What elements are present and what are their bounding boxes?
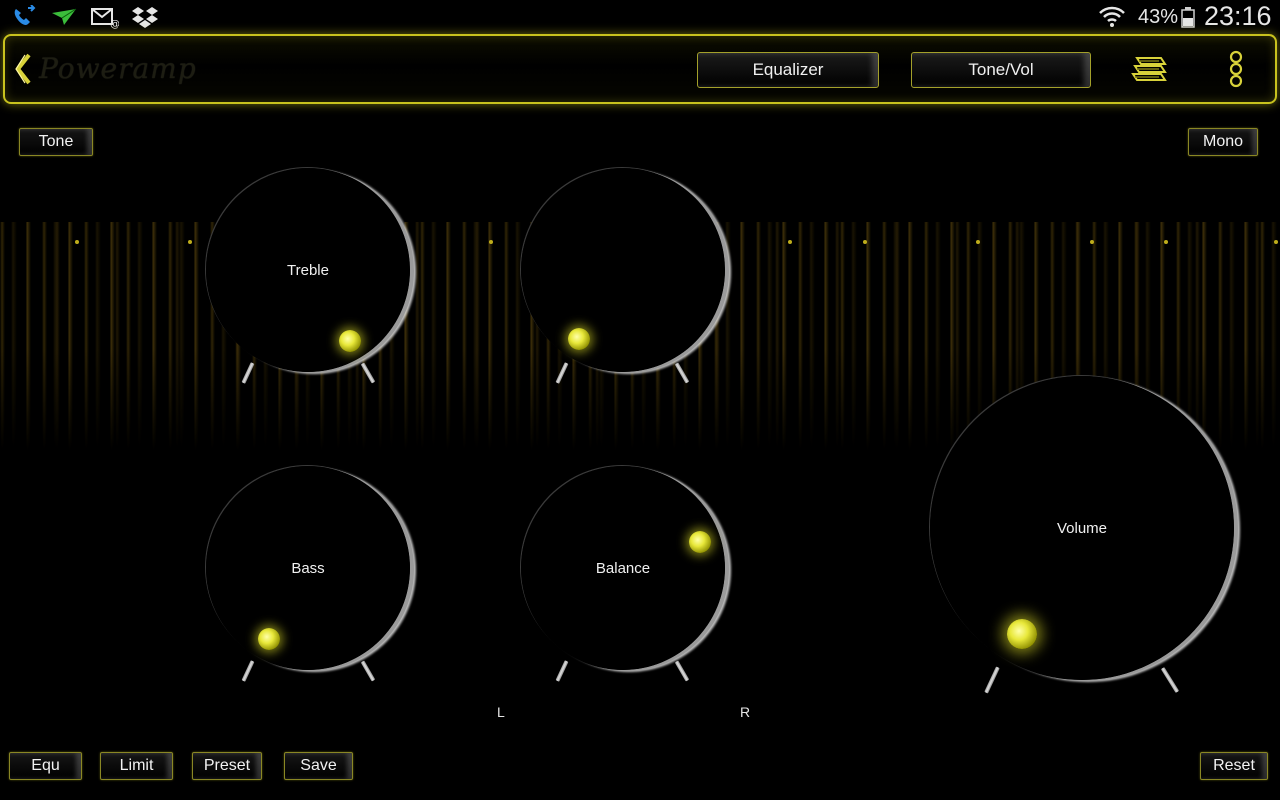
volume-max-tick [1160,667,1180,693]
back-chevron-icon[interactable] [13,52,33,86]
treble-knob[interactable]: Treble [206,168,410,372]
mono-toggle-button[interactable]: Mono [1188,128,1258,156]
battery-percent: 43% [1138,6,1179,28]
treble-knob-label: Treble [287,262,329,279]
bass-knob-label: Bass [291,560,325,577]
wood-stud [976,240,980,244]
top-bar: Poweramp Equalizer Tone/Vol [3,34,1277,104]
treble-knob-indicator [339,330,361,352]
svg-text:@: @ [110,19,119,29]
middle-knob-ring [521,168,725,372]
mono-toggle-label: Mono [1202,133,1244,150]
app-logo: Poweramp [39,52,197,85]
equ-toggle-label: Equ [31,757,60,774]
phone-wifi-icon [14,5,36,25]
tone-toggle-button[interactable]: Tone [19,128,93,156]
bass-knob-indicator [258,628,280,650]
reset-button[interactable]: Reset [1200,752,1268,780]
save-label: Save [300,757,337,774]
wood-stud [75,240,79,244]
tonevol-tab-label: Tone/Vol [968,60,1034,79]
balance-right-label: R [740,704,751,720]
save-button[interactable]: Save [284,752,353,780]
middle-knob-indicator [568,328,590,350]
wifi-icon [1099,6,1125,27]
wood-stud [1164,240,1168,244]
airplane-send-icon [52,8,77,25]
status-clock: 23:16 [1204,1,1272,31]
volume-knob-indicator [1007,619,1037,649]
limit-toggle-label: Limit [119,757,154,774]
balance-knob-label: Balance [595,560,651,577]
volume-knob-label: Volume [1056,520,1108,537]
wood-stud [1090,240,1094,244]
wood-stud [188,240,192,244]
tone-toggle-label: Tone [38,133,74,150]
balance-max-tick [674,660,690,682]
wood-stud [863,240,867,244]
library-books-icon[interactable] [1129,50,1169,86]
email-icon: @ [91,8,119,29]
balance-knob-indicator [689,531,711,553]
preset-label: Preset [203,757,251,774]
poweramp-tone-screen: @ 43% 23:16 Poweramp Equalizer Tone/Vol … [0,0,1280,800]
overflow-menu-icon[interactable] [1227,50,1245,88]
bass-max-tick [360,660,376,682]
equalizer-tab-label: Equalizer [752,60,824,79]
dropbox-icon [132,7,158,28]
battery-icon [1181,7,1195,28]
preset-button[interactable]: Preset [192,752,262,780]
balance-left-label: L [497,704,505,720]
equalizer-tab-button[interactable]: Equalizer [697,52,879,88]
wood-stud [1274,240,1278,244]
limit-toggle-button[interactable]: Limit [100,752,173,780]
middle-knob[interactable] [521,168,725,372]
volume-knob[interactable]: Volume [930,376,1234,680]
balance-knob[interactable]: Balance [521,466,725,670]
bass-min-tick [241,660,255,682]
balance-min-tick [555,660,569,682]
volume-min-tick [984,666,1000,694]
tonevol-tab-button[interactable]: Tone/Vol [911,52,1091,88]
equ-toggle-button[interactable]: Equ [9,752,82,780]
wood-stud [489,240,493,244]
wood-stud [788,240,792,244]
bass-knob[interactable]: Bass [206,466,410,670]
reset-label: Reset [1213,757,1255,774]
status-bar: @ 43% 23:16 [0,0,1280,33]
